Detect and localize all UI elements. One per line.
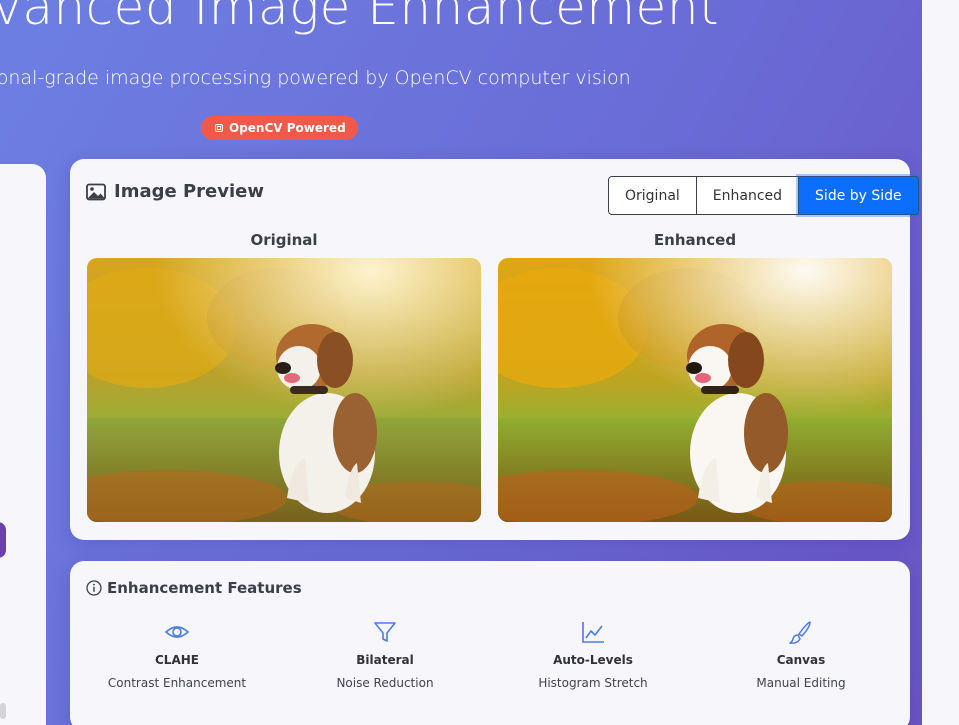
controls-panel-accent bbox=[0, 522, 6, 558]
original-column: Original bbox=[87, 231, 481, 522]
image-icon bbox=[86, 183, 106, 200]
image-preview-card: Image Preview Original Enhanced Side by … bbox=[70, 159, 919, 540]
features-header: Enhancement Features bbox=[86, 579, 302, 597]
eye-icon bbox=[164, 626, 190, 638]
scrollbar-thumb[interactable] bbox=[0, 703, 6, 719]
feature-desc: Histogram Stretch bbox=[538, 676, 648, 690]
feature-name: CLAHE bbox=[155, 653, 199, 667]
feature-name: Canvas bbox=[776, 653, 826, 667]
graph-up-icon bbox=[582, 622, 604, 643]
original-label: Original bbox=[250, 231, 318, 249]
feature-auto-levels: Auto-Levels Histogram Stretch bbox=[493, 619, 693, 690]
controls-panel bbox=[0, 164, 46, 725]
page-subtitle: essional-grade image processing powered … bbox=[0, 67, 631, 89]
page-title: dvanced Image Enhancement bbox=[0, 0, 720, 36]
feature-desc: Manual Editing bbox=[756, 676, 846, 690]
filter-icon bbox=[374, 622, 396, 642]
view-enhanced-button[interactable]: Enhanced bbox=[696, 177, 800, 214]
feature-clahe: CLAHE Contrast Enhancement bbox=[77, 619, 277, 690]
view-mode-toggle: Original Enhanced Side by Side bbox=[608, 176, 919, 215]
image-preview-title: Image Preview bbox=[114, 181, 264, 202]
feature-canvas: Canvas Manual Editing bbox=[701, 619, 901, 690]
original-image bbox=[87, 258, 481, 522]
features-title: Enhancement Features bbox=[107, 579, 302, 597]
feature-desc: Noise Reduction bbox=[336, 676, 434, 690]
badge-label: OpenCV Powered bbox=[229, 121, 346, 135]
image-preview-header: Image Preview bbox=[86, 181, 264, 202]
opencv-badge: OpenCV Powered bbox=[201, 116, 358, 140]
feature-bilateral: Bilateral Noise Reduction bbox=[285, 619, 485, 690]
brush-icon bbox=[789, 621, 811, 644]
features-list: CLAHE Contrast Enhancement Bilateral Noi… bbox=[70, 619, 910, 699]
feature-name: Auto-Levels bbox=[553, 653, 633, 667]
info-circle-icon bbox=[86, 580, 102, 596]
enhanced-column: Enhanced bbox=[498, 231, 892, 522]
feature-name: Bilateral bbox=[356, 653, 414, 667]
enhancement-features-card: Enhancement Features CLAHE Contrast Enha… bbox=[70, 561, 910, 725]
feature-desc: Contrast Enhancement bbox=[107, 676, 247, 690]
cpu-icon bbox=[215, 124, 223, 132]
enhanced-image bbox=[498, 258, 892, 522]
enhanced-label: Enhanced bbox=[653, 231, 737, 249]
view-side-by-side-button[interactable]: Side by Side bbox=[799, 177, 918, 214]
right-edge-panel bbox=[922, 0, 959, 725]
view-original-button[interactable]: Original bbox=[609, 177, 697, 214]
